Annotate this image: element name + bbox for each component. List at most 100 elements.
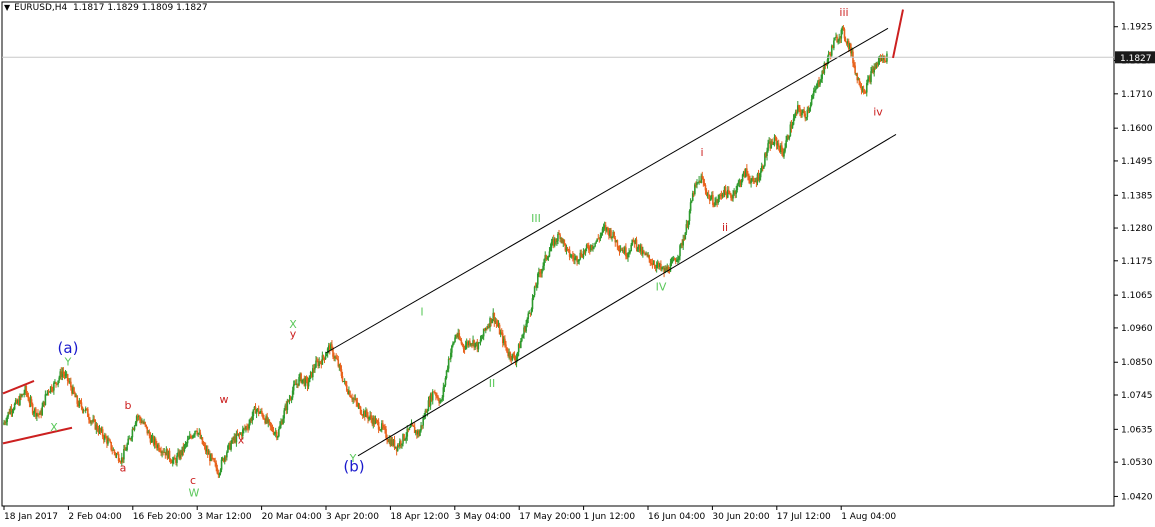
plot-frame (1, 1, 1115, 507)
y-tick-label: 1.1385 (1121, 191, 1153, 201)
candle-body (682, 239, 684, 246)
candle-body (752, 178, 755, 182)
candle-body (613, 231, 616, 239)
candle-body (384, 427, 386, 430)
candle-body (12, 409, 15, 411)
candle-body (629, 251, 631, 253)
candle-body (798, 105, 800, 108)
wave-label: x (238, 433, 245, 446)
candle-body (732, 194, 734, 199)
candle-body (30, 399, 33, 405)
candle-body (568, 249, 571, 257)
candle-body (263, 417, 265, 420)
x-tick-label: 20 Mar 04:00 (262, 512, 322, 522)
x-axis: 18 Jan 2017 2 Feb 04:00 16 Feb 20:00 3 Mar … (3, 506, 896, 522)
candle-body (305, 377, 308, 380)
candle-body (594, 242, 596, 247)
candle-body (127, 438, 129, 445)
candle-body (270, 426, 273, 427)
candle-body (385, 429, 387, 438)
candle-body (435, 393, 437, 397)
candle-body (62, 371, 65, 374)
candle-body (730, 193, 732, 198)
candle-body (689, 202, 692, 211)
candle-body (617, 246, 620, 249)
candle-body (246, 426, 248, 428)
candle-body (440, 399, 443, 401)
candle-body (301, 379, 304, 383)
candle-body (812, 90, 815, 96)
candle-body (125, 450, 127, 451)
candle-body (451, 345, 453, 353)
candle-body (437, 396, 439, 401)
candle-body (448, 358, 451, 360)
candle-body (572, 255, 574, 258)
candle-body (269, 422, 272, 427)
candle-body (550, 241, 553, 248)
candle-body (566, 247, 569, 250)
candle-body (47, 390, 50, 392)
price-chart[interactable]: 18 Jan 2017 2 Feb 04:00 16 Feb 20:00 3 Mar … (0, 0, 1155, 527)
candle-body (671, 260, 674, 262)
candle-body (530, 309, 533, 314)
y-axis: 1.19251.18171.17101.16001.14951.13851.12… (1114, 23, 1153, 502)
candle-body (535, 284, 538, 288)
candle-body (186, 439, 189, 444)
wave-label: III (531, 212, 541, 225)
candle-body (785, 140, 787, 148)
x-tick-label: 30 Jun 20:00 (712, 512, 769, 522)
candle-body (322, 355, 325, 358)
channel-lines[interactable] (2, 27, 897, 457)
candle-body (525, 323, 527, 332)
candle-body (426, 410, 429, 413)
candle-body (87, 408, 89, 417)
candle-body (434, 392, 436, 394)
candle-body (816, 84, 818, 89)
candle-body (176, 455, 178, 463)
candle-body (815, 88, 817, 90)
candle-body (461, 343, 464, 345)
candle-body (279, 425, 281, 429)
wave-label: y (290, 327, 297, 340)
wave-label: a (120, 461, 127, 474)
x-tick-label: 3 May 04:00 (455, 512, 511, 522)
candle-body (536, 273, 539, 285)
candle-body (174, 457, 176, 460)
candle-body (134, 422, 137, 426)
candle-body (860, 87, 863, 90)
candle-body (630, 244, 632, 252)
candle-body (462, 344, 465, 349)
candle-body (458, 333, 461, 339)
candle-body (602, 227, 605, 229)
candle-body (70, 381, 72, 388)
candle-body (653, 263, 656, 267)
candle-body (214, 461, 216, 463)
candle-body (130, 437, 133, 440)
candle-body (57, 380, 59, 385)
candle-body (171, 460, 174, 464)
x-tick-label: 1 Aug 04:00 (841, 512, 896, 522)
candle-body (113, 449, 116, 454)
candle-body (218, 473, 221, 475)
candle-body (258, 412, 261, 414)
candle-body (827, 53, 830, 60)
candle-body (843, 29, 846, 39)
candle-body (453, 342, 455, 344)
candle-body (22, 394, 24, 396)
candle-body (791, 124, 794, 129)
candle-body (677, 259, 679, 260)
candle-body (252, 409, 255, 417)
candle-body (858, 78, 861, 86)
candle-body (52, 390, 54, 392)
candle-body (750, 180, 752, 184)
candle-body (324, 356, 327, 360)
y-tick-label: 1.1065 (1121, 291, 1153, 301)
x-tick-label: 3 Apr 20:00 (326, 512, 379, 522)
candle-body (216, 468, 219, 474)
candle-body (31, 404, 34, 414)
candle-body (5, 421, 7, 423)
candle-body (870, 71, 872, 82)
candle-body (529, 312, 532, 314)
candle-body (404, 439, 406, 441)
candle-body (495, 320, 498, 324)
